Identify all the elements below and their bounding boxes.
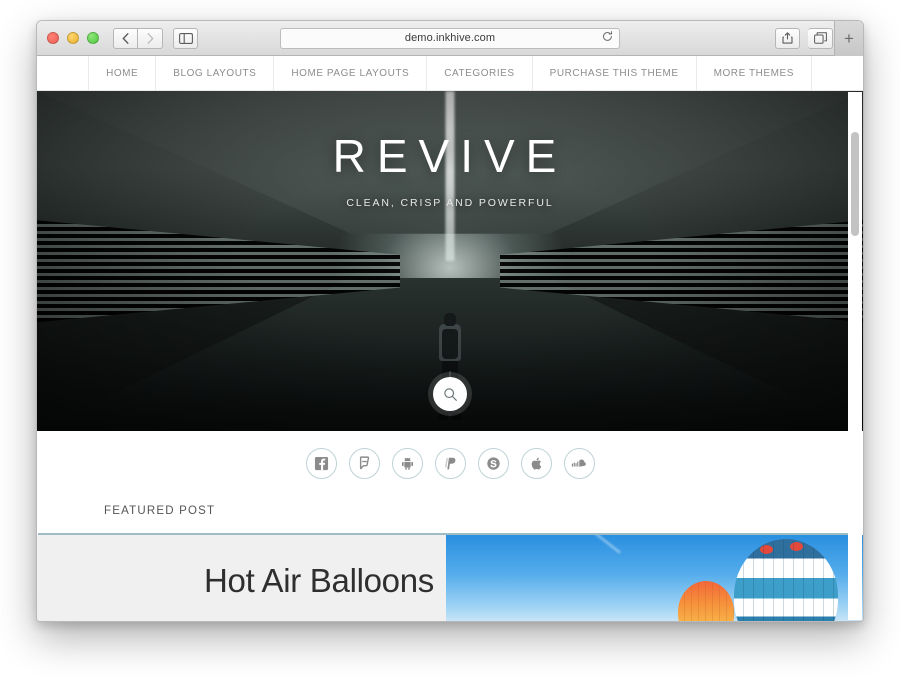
nav-item-more-themes[interactable]: MORE THEMES	[697, 56, 812, 90]
hot-air-balloon-orange	[678, 581, 734, 621]
facebook-icon	[314, 456, 328, 470]
chevron-left-icon	[122, 32, 129, 44]
android-icon	[401, 457, 413, 470]
navigation-buttons	[113, 27, 163, 49]
balloon-spot	[760, 545, 773, 554]
social-link-paypal[interactable]	[434, 447, 466, 479]
url-text: demo.inkhive.com	[404, 32, 496, 44]
featured-post-title: Hot Air Balloons	[204, 562, 434, 599]
share-button[interactable]	[775, 27, 800, 49]
contrail	[561, 535, 622, 554]
sidebar-toggle-button[interactable]	[173, 27, 198, 49]
skype-icon	[486, 456, 500, 470]
hero-branding: REVIVE CLEAN, CRISP AND POWERFUL	[37, 133, 863, 209]
featured-post-section: FEATURED POST Hot Air Balloons	[37, 495, 863, 621]
minimize-window-button[interactable]	[67, 32, 79, 44]
hero-banner: REVIVE CLEAN, CRISP AND POWERFUL	[37, 91, 863, 431]
reload-icon	[603, 31, 613, 41]
sidebar-icon	[178, 32, 193, 44]
featured-post-image[interactable]	[446, 535, 863, 621]
site-tagline: CLEAN, CRISP AND POWERFUL	[346, 197, 554, 209]
site-logo: REVIVE	[332, 130, 568, 182]
nav-item-categories[interactable]: CATEGORIES	[427, 56, 533, 90]
paypal-icon	[444, 457, 455, 469]
nav-item-blog-layouts[interactable]: BLOG LAYOUTS	[156, 56, 275, 90]
featured-post-title-panel[interactable]: Hot Air Balloons	[37, 535, 446, 621]
social-link-skype[interactable]	[477, 447, 509, 479]
social-link-android[interactable]	[391, 447, 423, 479]
window-controls	[47, 32, 99, 44]
reload-button[interactable]	[602, 29, 613, 47]
forward-button[interactable]	[138, 27, 163, 49]
hot-air-balloon-blue	[734, 539, 838, 621]
toolbar-right-buttons	[775, 27, 833, 49]
back-button[interactable]	[113, 27, 138, 49]
featured-post-label: FEATURED POST	[104, 505, 216, 517]
browser-window: demo.inkhive.com + HOME BLOG LAYOUTS HOM…	[36, 20, 864, 622]
page-viewport: HOME BLOG LAYOUTS HOME PAGE LAYOUTS CATE…	[37, 56, 863, 621]
zoom-window-button[interactable]	[87, 32, 99, 44]
foursquare-icon	[359, 455, 369, 469]
share-icon	[782, 32, 793, 44]
tabs-icon	[813, 32, 827, 44]
social-links-row	[37, 431, 863, 495]
show-tabs-button[interactable]	[808, 27, 833, 49]
social-link-facebook[interactable]	[305, 447, 337, 479]
search-icon	[443, 387, 457, 401]
site-navigation: HOME BLOG LAYOUTS HOME PAGE LAYOUTS CATE…	[37, 56, 863, 91]
close-window-button[interactable]	[47, 32, 59, 44]
featured-post-card[interactable]: Hot Air Balloons	[37, 535, 863, 621]
chevron-right-icon	[147, 32, 153, 44]
browser-toolbar: demo.inkhive.com +	[37, 21, 863, 56]
hero-search-button[interactable]	[433, 377, 467, 411]
nav-item-purchase-this-theme[interactable]: PURCHASE THIS THEME	[533, 56, 697, 90]
social-link-apple[interactable]	[520, 447, 552, 479]
balloon-spot	[790, 542, 803, 551]
social-link-soundcloud[interactable]	[563, 447, 595, 479]
address-bar-container: demo.inkhive.com	[280, 27, 620, 49]
apple-icon	[531, 457, 541, 469]
nav-item-home[interactable]: HOME	[88, 56, 157, 90]
nav-item-home-page-layouts[interactable]: HOME PAGE LAYOUTS	[274, 56, 428, 90]
social-link-foursquare[interactable]	[348, 447, 380, 479]
soundcloud-icon	[571, 459, 586, 467]
new-tab-button[interactable]: +	[834, 21, 863, 56]
address-bar[interactable]: demo.inkhive.com	[280, 27, 620, 49]
